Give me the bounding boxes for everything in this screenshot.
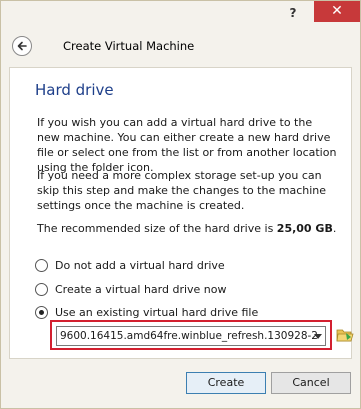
help-button[interactable]: ? bbox=[281, 3, 305, 23]
title-bar: ? ✕ bbox=[1, 1, 360, 27]
radio-use-existing-hard-drive[interactable]: Use an existing virtual hard drive file bbox=[35, 304, 258, 320]
cancel-button[interactable]: Cancel bbox=[271, 372, 351, 394]
radio-label: Do not add a virtual hard drive bbox=[55, 258, 225, 272]
radio-button-selected[interactable] bbox=[35, 305, 48, 319]
hard-drive-file-dropdown[interactable]: 9600.16415.amd64fre.winblue_refresh.1309… bbox=[56, 326, 326, 346]
dropdown-selected-value: 9600.16415.amd64fre.winblue_refresh.1309… bbox=[60, 330, 318, 342]
complex-setup-paragraph: If you need a more complex storage set-u… bbox=[37, 169, 327, 212]
radio-button[interactable] bbox=[35, 258, 48, 272]
radio-button[interactable] bbox=[35, 282, 48, 296]
page-title: Hard drive bbox=[35, 81, 114, 99]
chevron-down-icon[interactable] bbox=[314, 334, 322, 339]
window-title: Create Virtual Machine bbox=[63, 39, 195, 53]
recommended-size-text: The recommended size of the hard drive i… bbox=[37, 221, 337, 236]
file-select-highlight: 9600.16415.amd64fre.winblue_refresh.1309… bbox=[50, 320, 332, 350]
radio-no-hard-drive[interactable]: Do not add a virtual hard drive bbox=[35, 257, 225, 273]
back-arrow-icon bbox=[17, 41, 27, 51]
radio-create-hard-drive[interactable]: Create a virtual hard drive now bbox=[35, 281, 227, 297]
wizard-header: Create Virtual Machine bbox=[1, 27, 360, 67]
back-button[interactable] bbox=[12, 36, 32, 56]
recommended-size-value: 25,00 GB bbox=[276, 222, 333, 235]
dialog-window: ? ✕ Create Virtual Machine Hard drive If… bbox=[0, 0, 361, 409]
choose-file-button[interactable] bbox=[336, 326, 354, 344]
folder-icon bbox=[336, 329, 354, 342]
create-button[interactable]: Create bbox=[186, 372, 266, 394]
recommended-size-suffix: . bbox=[332, 222, 337, 235]
description-paragraph: If you wish you can add a virtual hard d… bbox=[37, 116, 337, 174]
wizard-content-panel: Hard drive If you wish you can add a vir… bbox=[9, 67, 354, 359]
recommended-size-prefix: The recommended size of the hard drive i… bbox=[37, 222, 277, 235]
radio-label: Create a virtual hard drive now bbox=[55, 282, 227, 296]
radio-label: Use an existing virtual hard drive file bbox=[55, 305, 259, 319]
close-button[interactable]: ✕ bbox=[314, 1, 360, 22]
